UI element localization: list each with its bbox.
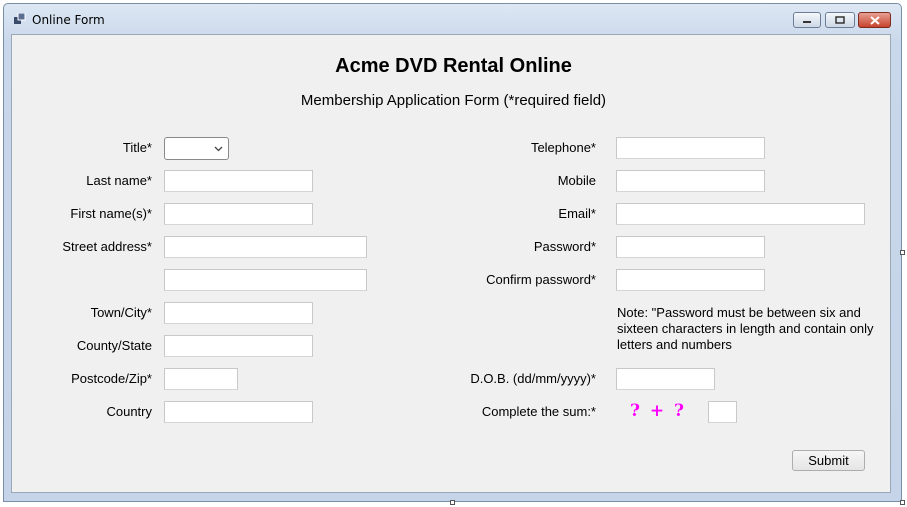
dob-label: D.O.B. (dd/mm/yyyy)* <box>470 371 596 386</box>
captcha-sum-text: ? + ? <box>630 401 687 421</box>
submit-button[interactable]: Submit <box>792 450 865 471</box>
street-address-line2-input[interactable] <box>164 269 367 291</box>
dob-input[interactable] <box>616 368 715 390</box>
title-label: Title* <box>122 140 152 155</box>
email-input[interactable] <box>616 203 865 225</box>
window-title: Online Form <box>32 13 105 27</box>
mobile-input[interactable] <box>616 170 765 192</box>
telephone-input[interactable] <box>616 137 765 159</box>
postcode-zip-input[interactable] <box>164 368 238 390</box>
first-names-input[interactable] <box>164 203 313 225</box>
resize-handle-bottom[interactable] <box>450 500 455 505</box>
close-button[interactable] <box>858 12 891 28</box>
maximize-icon <box>835 16 845 24</box>
county-state-label: County/State <box>76 338 152 353</box>
complete-sum-label: Complete the sum:* <box>481 404 596 419</box>
email-label: Email* <box>558 206 596 221</box>
form-subheading: Membership Application Form (*required f… <box>300 92 607 109</box>
first-names-label: First name(s)* <box>70 206 152 221</box>
town-city-label: Town/City* <box>90 305 152 320</box>
confirm-password-label: Confirm password* <box>486 272 596 287</box>
last-name-input[interactable] <box>164 170 313 192</box>
confirm-password-input[interactable] <box>616 269 765 291</box>
street-address-label: Street address* <box>62 239 152 254</box>
maximize-button[interactable] <box>825 12 855 28</box>
street-address-line1-input[interactable] <box>164 236 367 258</box>
password-label: Password* <box>533 239 596 254</box>
last-name-label: Last name* <box>86 173 152 188</box>
form-heading: Acme DVD Rental Online <box>335 55 572 77</box>
country-input[interactable] <box>164 401 313 423</box>
sum-answer-input[interactable] <box>708 401 737 423</box>
county-state-input[interactable] <box>164 335 313 357</box>
country-label: Country <box>106 404 152 419</box>
minimize-button[interactable] <box>793 12 821 28</box>
resize-handle-right[interactable] <box>900 250 905 255</box>
title-dropdown[interactable] <box>164 137 229 160</box>
postcode-zip-label: Postcode/Zip* <box>71 371 152 386</box>
password-note: Note: "Password must be between six and … <box>617 305 874 352</box>
mobile-label: Mobile <box>557 173 596 188</box>
telephone-label: Telephone* <box>530 140 596 155</box>
minimize-icon <box>803 21 811 23</box>
chevron-down-icon <box>214 146 223 152</box>
close-icon <box>869 15 880 25</box>
town-city-input[interactable] <box>164 302 313 324</box>
password-input[interactable] <box>616 236 765 258</box>
resize-handle-corner[interactable] <box>900 500 905 505</box>
window-app-icon <box>14 13 26 24</box>
